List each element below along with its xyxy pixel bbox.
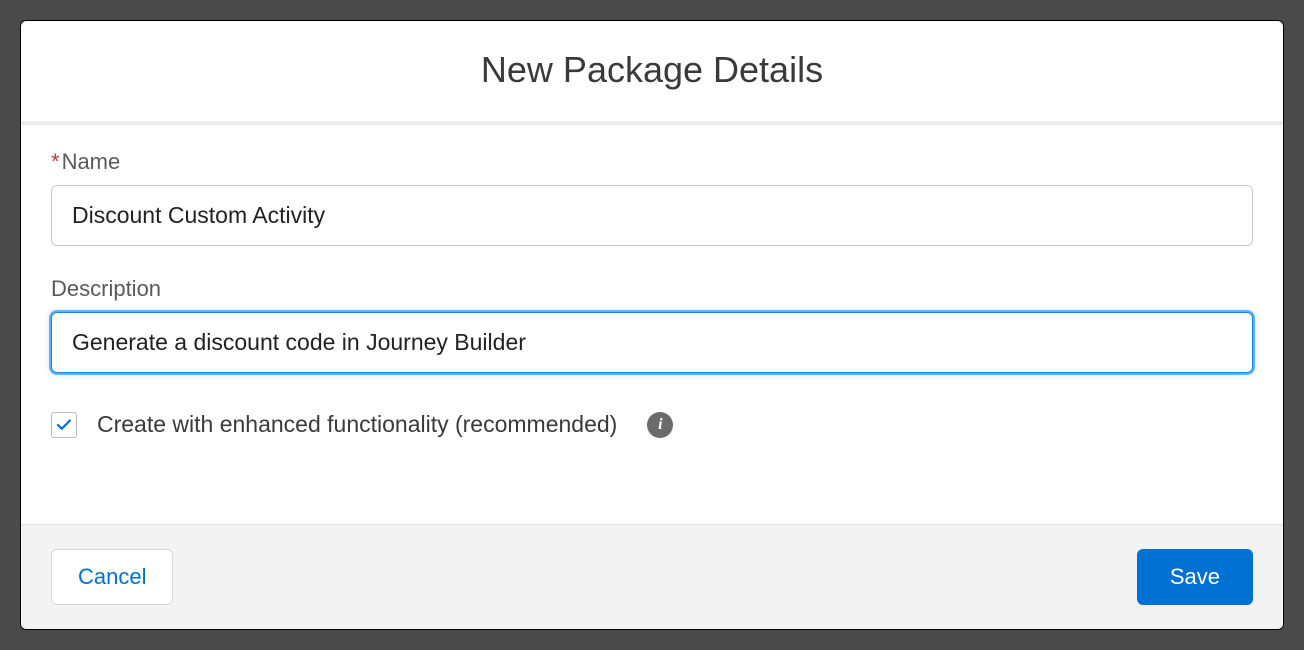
enhanced-checkbox[interactable] bbox=[51, 412, 77, 438]
modal-title: New Package Details bbox=[21, 49, 1283, 91]
enhanced-checkbox-row: Create with enhanced functionality (reco… bbox=[51, 411, 1253, 438]
new-package-modal: New Package Details *Name Description Cr… bbox=[20, 20, 1284, 630]
modal-footer: Cancel Save bbox=[21, 524, 1283, 629]
description-field-group: Description bbox=[51, 276, 1253, 373]
required-marker: * bbox=[51, 149, 60, 174]
enhanced-checkbox-label: Create with enhanced functionality (reco… bbox=[97, 411, 617, 438]
name-field-group: *Name bbox=[51, 149, 1253, 246]
modal-header: New Package Details bbox=[21, 21, 1283, 125]
description-input[interactable] bbox=[51, 312, 1253, 373]
name-label-text: Name bbox=[62, 149, 121, 174]
check-icon bbox=[55, 416, 73, 434]
save-button[interactable]: Save bbox=[1137, 549, 1253, 605]
modal-body: *Name Description Create with enhanced f… bbox=[21, 125, 1283, 524]
info-icon[interactable]: i bbox=[647, 412, 673, 438]
name-input[interactable] bbox=[51, 185, 1253, 246]
description-label: Description bbox=[51, 276, 1253, 302]
name-label: *Name bbox=[51, 149, 1253, 175]
cancel-button[interactable]: Cancel bbox=[51, 549, 173, 605]
